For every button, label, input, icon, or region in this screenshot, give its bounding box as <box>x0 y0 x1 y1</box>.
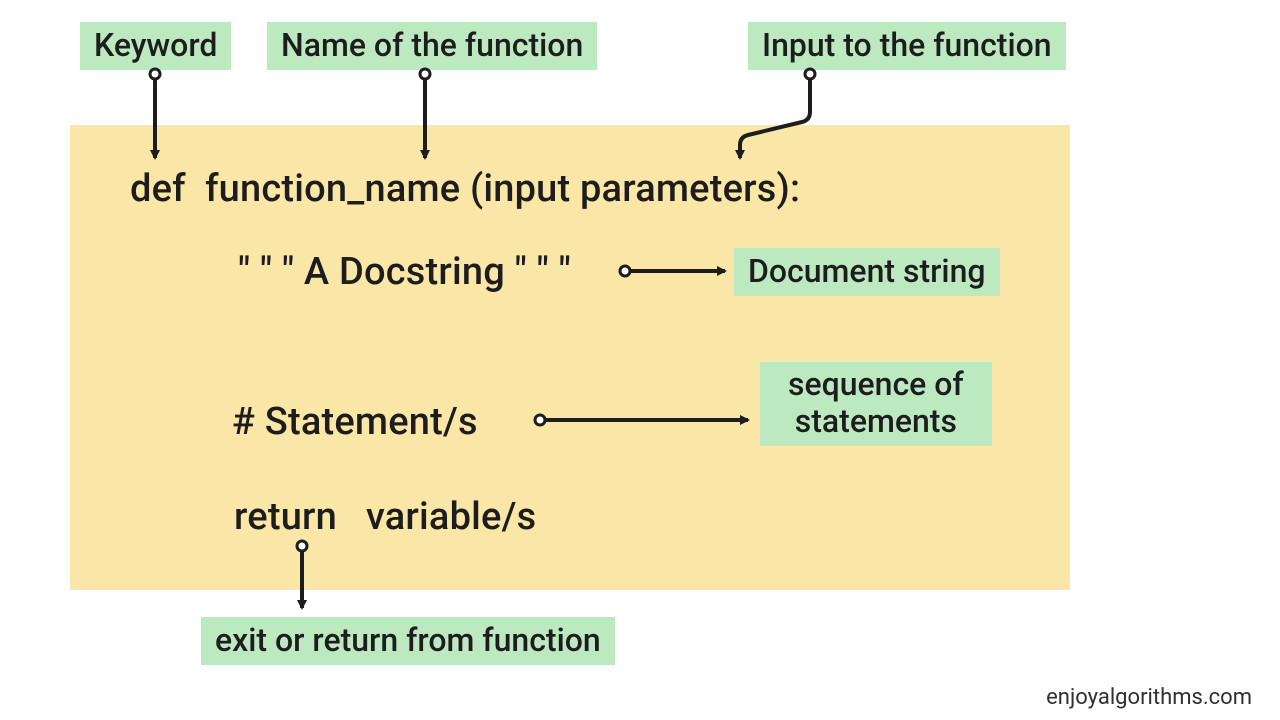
label-keyword: Keyword <box>80 22 231 70</box>
label-statements-line2: statements <box>795 402 957 440</box>
code-return: return variable/s <box>234 495 536 539</box>
diagram-stage: def function_name (input parameters): " … <box>0 0 1280 720</box>
label-statements-line1: sequence of <box>788 365 964 403</box>
footer-credit: enjoyalgorithms.com <box>1046 685 1252 710</box>
label-function-name: Name of the function <box>267 22 597 70</box>
code-signature: def function_name (input parameters): <box>130 167 800 211</box>
code-statements: # Statement/s <box>232 400 478 444</box>
label-document-string: Document string <box>734 248 1000 296</box>
label-return: exit or return from function <box>201 617 615 665</box>
label-input-to-function: Input to the function <box>748 22 1066 70</box>
code-docstring: " " " A Docstring " " " <box>238 250 571 294</box>
